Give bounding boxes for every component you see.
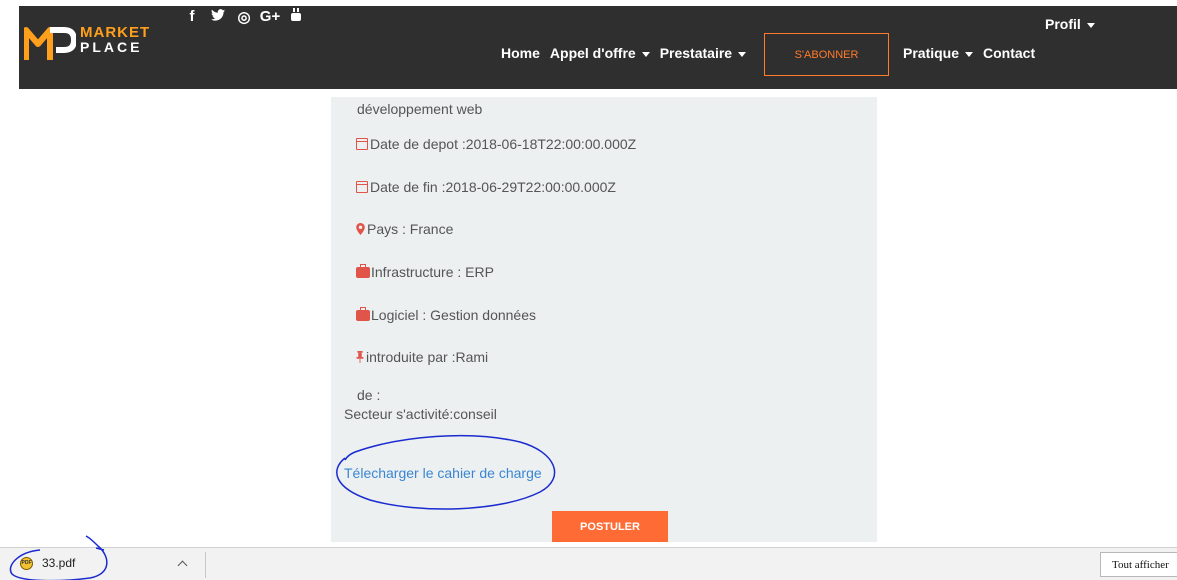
secteur-text: Secteur s'activité:conseil xyxy=(344,406,497,422)
profile-menu[interactable]: Profil xyxy=(1045,16,1095,32)
nav-appel-doffre-label: Appel d'offre xyxy=(549,45,636,61)
facebook-icon[interactable]: f xyxy=(179,8,205,26)
nav-contact-label: Contact xyxy=(983,45,1036,61)
page: MARKET PLACE f ◎ G+ Home Appel d'offre P… xyxy=(0,0,1177,580)
introduite-row: introduite par :Rami xyxy=(356,349,488,365)
downloaded-file-name: 33.pdf xyxy=(42,556,76,570)
youtube-icon[interactable] xyxy=(283,8,309,26)
logo-text: MARKET PLACE xyxy=(80,25,150,55)
logo-line1: MARKET xyxy=(80,24,151,41)
de-text: de : xyxy=(357,387,381,403)
instagram-icon[interactable]: ◎ xyxy=(231,8,257,26)
download-cahier-link[interactable]: Télecharger le cahier de charge xyxy=(344,465,542,481)
logo-mark-icon xyxy=(24,27,76,60)
twitter-icon[interactable] xyxy=(205,8,231,26)
infrastructure-text: Infrastructure : ERP xyxy=(371,264,494,280)
calendar-x-icon xyxy=(356,181,368,193)
pays-text: Pays : France xyxy=(367,221,454,237)
subscribe-button[interactable]: S'ABONNER xyxy=(764,33,889,76)
caret-down-icon xyxy=(965,51,974,57)
introduite-text: introduite par :Rami xyxy=(366,349,489,365)
briefcase-icon xyxy=(356,263,370,278)
logiciel-row: Logiciel : Gestion données xyxy=(356,306,536,323)
caret-down-icon xyxy=(1086,22,1095,28)
caret-down-icon xyxy=(738,51,747,57)
main-nav: Home Appel d'offre Prestataire xyxy=(501,45,756,61)
pdf-file-icon: PDF xyxy=(20,556,33,570)
logo-line2: PLACE xyxy=(80,39,143,55)
nav-home-label: Home xyxy=(501,45,540,61)
download-bar-divider xyxy=(205,552,206,578)
social-links: f ◎ G+ xyxy=(179,8,309,26)
show-all-downloads-button[interactable]: Tout afficher xyxy=(1100,552,1177,577)
logo[interactable]: MARKET PLACE xyxy=(24,22,159,66)
postuler-button[interactable]: POSTULER xyxy=(552,511,668,542)
date-depot-text: Date de depot :2018-06-18T22:00:00.000Z xyxy=(370,136,637,152)
download-bar: PDF 33.pdf Tout afficher xyxy=(0,547,1177,580)
chevron-up-icon[interactable] xyxy=(177,560,188,571)
thumbtack-icon xyxy=(356,351,364,363)
downloaded-file[interactable]: PDF 33.pdf xyxy=(20,556,75,570)
nav-contact[interactable]: Contact xyxy=(983,45,1035,61)
nav-right: Pratique Contact xyxy=(903,45,1045,61)
nav-home[interactable]: Home xyxy=(501,45,540,61)
nav-pratique-label: Pratique xyxy=(903,45,960,61)
nav-prestataire-label: Prestataire xyxy=(659,45,733,61)
infrastructure-row: Infrastructure : ERP xyxy=(356,263,494,280)
navbar: MARKET PLACE f ◎ G+ Home Appel d'offre P… xyxy=(19,6,1177,89)
date-fin-row: Date de fin :2018-06-29T22:00:00.000Z xyxy=(356,179,616,195)
date-depot-row: Date de depot :2018-06-18T22:00:00.000Z xyxy=(356,136,636,152)
date-fin-text: Date de fin :2018-06-29T22:00:00.000Z xyxy=(370,179,616,195)
caret-down-icon xyxy=(641,51,650,57)
pays-row: Pays : France xyxy=(356,221,453,237)
profile-label: Profil xyxy=(1045,16,1081,32)
nav-appel-doffre[interactable]: Appel d'offre xyxy=(550,45,650,61)
briefcase-icon xyxy=(356,306,370,321)
calendar-icon xyxy=(356,138,368,150)
nav-prestataire[interactable]: Prestataire xyxy=(659,45,747,61)
map-marker-icon xyxy=(356,223,365,235)
category-text: développement web xyxy=(357,101,483,117)
nav-pratique[interactable]: Pratique xyxy=(903,45,974,61)
logiciel-text: Logiciel : Gestion données xyxy=(371,307,536,323)
google-plus-icon[interactable]: G+ xyxy=(257,8,283,26)
